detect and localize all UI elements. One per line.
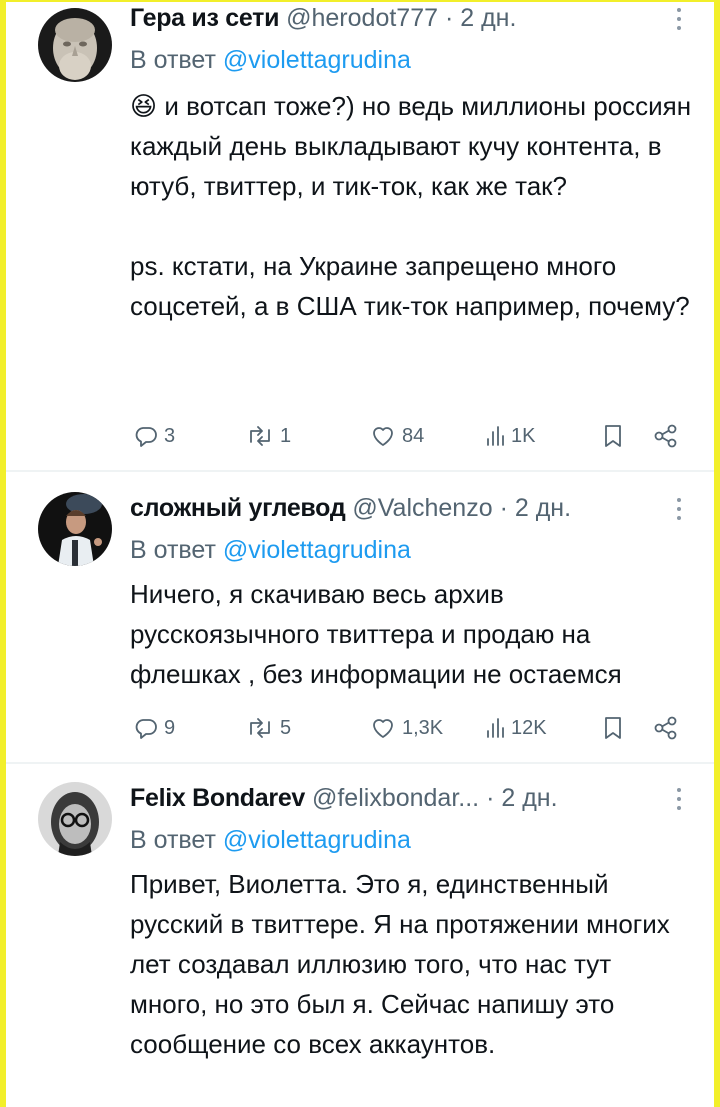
display-name[interactable]: Felix Bondarev bbox=[130, 784, 305, 812]
reply-prefix: В ответ bbox=[130, 826, 216, 854]
user-handle[interactable]: @felixbondar... bbox=[312, 784, 479, 812]
tweet-text: Привет, Виолетта. Это я, единственный ру… bbox=[130, 869, 678, 1059]
emoji: 😆 bbox=[130, 91, 158, 121]
timestamp[interactable]: 2 дн. bbox=[501, 784, 557, 812]
action-bar: 9 5 1,3K 12K bbox=[130, 708, 690, 748]
reply-context: В ответ @violettagrudina bbox=[130, 42, 411, 78]
reply-prefix: В ответ bbox=[130, 46, 216, 74]
reply-button[interactable]: 9 bbox=[134, 708, 175, 748]
views-icon bbox=[487, 718, 504, 738]
share-icon bbox=[654, 424, 677, 448]
views-count: 1K bbox=[511, 424, 536, 447]
views-icon bbox=[487, 426, 504, 446]
share-icon bbox=[654, 716, 677, 740]
like-icon bbox=[373, 427, 393, 446]
reply-icon bbox=[135, 427, 157, 447]
tweet[interactable]: Гера из сети @herodot777 · 2 дн. В ответ… bbox=[6, 0, 714, 470]
user-handle[interactable]: @herodot777 bbox=[286, 4, 438, 32]
timestamp[interactable]: 2 дн. bbox=[460, 4, 516, 32]
more-icon[interactable] bbox=[676, 498, 682, 520]
repost-count: 5 bbox=[280, 716, 292, 739]
reply-button[interactable]: 3 bbox=[134, 416, 175, 456]
views-button[interactable]: 1K bbox=[485, 416, 535, 456]
bookmark-icon bbox=[605, 425, 621, 447]
more-icon[interactable] bbox=[676, 8, 682, 30]
separator-dot: · bbox=[444, 4, 454, 32]
repost-icon bbox=[250, 718, 270, 738]
like-button[interactable]: 1,3K bbox=[370, 708, 443, 748]
reply-icon bbox=[135, 719, 157, 739]
repost-icon bbox=[250, 426, 270, 446]
separator-dot: · bbox=[499, 494, 508, 522]
views-button[interactable]: 12K bbox=[485, 708, 547, 748]
repost-count: 1 bbox=[280, 424, 292, 447]
avatar[interactable] bbox=[38, 8, 112, 82]
tweet-header: Гера из сети @herodot777 · 2 дн. bbox=[130, 0, 658, 38]
share-button[interactable] bbox=[652, 708, 680, 748]
reply-count: 9 bbox=[164, 716, 176, 739]
reply-mention-link[interactable]: @violettagrudina bbox=[223, 826, 411, 854]
reply-context: В ответ @violettagrudina bbox=[130, 822, 411, 858]
bookmark-icon bbox=[605, 717, 621, 739]
views-count: 12K bbox=[511, 716, 547, 739]
tweet-text-content: и вотсап тоже?) но ведь миллионы россиян… bbox=[130, 91, 692, 321]
repost-button[interactable]: 1 bbox=[246, 416, 291, 456]
avatar[interactable] bbox=[38, 492, 112, 566]
user-handle[interactable]: @Valchenzo bbox=[352, 494, 492, 522]
avatar[interactable] bbox=[38, 782, 112, 856]
display-name[interactable]: Гера из сети bbox=[130, 4, 279, 32]
divider bbox=[6, 470, 714, 472]
timestamp[interactable]: 2 дн. bbox=[515, 494, 571, 522]
bookmark-button[interactable] bbox=[602, 708, 624, 748]
bookmark-button[interactable] bbox=[602, 416, 624, 456]
repost-button[interactable]: 5 bbox=[246, 708, 291, 748]
tweet-header: Felix Bondarev @felixbondar... · 2 дн. bbox=[130, 778, 658, 818]
like-count: 1,3K bbox=[402, 716, 444, 739]
share-button[interactable] bbox=[652, 416, 680, 456]
tweet[interactable]: Felix Bondarev @felixbondar... · 2 дн. В… bbox=[6, 780, 714, 1107]
like-count: 84 bbox=[402, 424, 425, 447]
tweet-text: 😆 и вотсап тоже?) но ведь миллионы росси… bbox=[130, 86, 705, 326]
tweet-header: сложный углевод @Valchenzo · 2 дн. bbox=[130, 488, 658, 528]
reply-prefix: В ответ bbox=[130, 536, 216, 564]
like-button[interactable]: 84 bbox=[370, 416, 424, 456]
reply-mention-link[interactable]: @violettagrudina bbox=[223, 46, 411, 74]
tweet-text: Ничего, я скачиваю весь архив русскоязыч… bbox=[130, 579, 622, 689]
divider bbox=[6, 762, 714, 764]
reply-count: 3 bbox=[164, 424, 176, 447]
reply-mention-link[interactable]: @violettagrudina bbox=[223, 536, 411, 564]
separator-dot: · bbox=[486, 784, 495, 812]
display-name[interactable]: сложный углевод bbox=[130, 494, 346, 522]
tweet[interactable]: сложный углевод @Valchenzo · 2 дн. В отв… bbox=[6, 490, 714, 758]
reply-context: В ответ @violettagrudina bbox=[130, 532, 411, 568]
like-icon bbox=[373, 719, 393, 738]
action-bar: 3 1 84 1K bbox=[130, 416, 690, 456]
more-icon[interactable] bbox=[676, 788, 682, 810]
